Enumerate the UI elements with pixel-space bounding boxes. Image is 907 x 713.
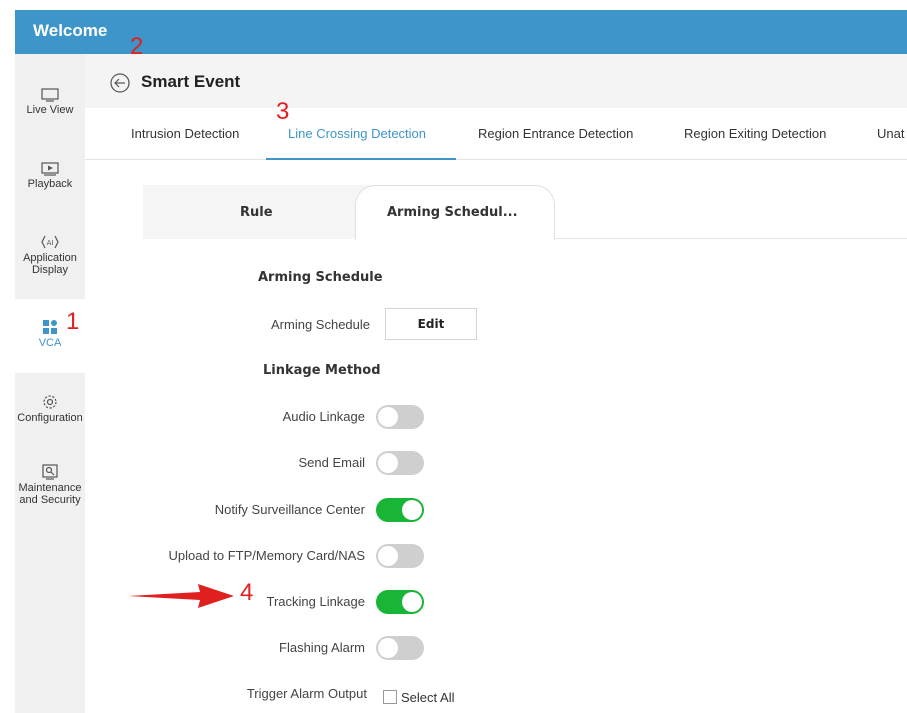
sidebar-item-label: Live View [26,104,74,116]
annotation-2: 2 [130,33,144,60]
tracking-linkage-label: Tracking Linkage [266,594,365,609]
send-email-toggle[interactable] [376,451,424,475]
toggle-knob [402,500,422,520]
event-tabs: Intrusion Detection Line Crossing Detect… [85,108,907,160]
main-area: Smart Event Intrusion Detection Line Cro… [85,54,907,713]
svg-text:AI: AI [47,239,54,247]
toggle-knob [402,592,422,612]
tab-intrusion-detection[interactable]: Intrusion Detection [131,126,239,141]
audio-linkage-label: Audio Linkage [282,409,365,424]
back-arrow-icon[interactable] [110,73,130,93]
tab-region-exiting-detection[interactable]: Region Exiting Detection [684,126,826,141]
annotation-3: 3 [276,98,290,125]
sidebar-item-application-display[interactable]: AI Application Display [15,234,85,282]
tab-line-crossing-detection[interactable]: Line Crossing Detection [288,126,426,141]
section-linkage-method: Linkage Method [263,363,381,378]
playback-icon [41,162,59,176]
page-title: Smart Event [141,72,241,91]
audio-linkage-toggle[interactable] [376,405,424,429]
annotation-4: 4 [240,579,254,606]
wrench-icon [42,464,58,480]
flashing-alarm-toggle[interactable] [376,636,424,660]
content-area: Rule Arming Schedul... Arming Schedule A… [85,160,907,713]
toggle-knob [378,546,398,566]
sidebar-item-live-view[interactable]: Live View [15,88,85,128]
sidebar-item-label: Playback [27,178,73,190]
gear-icon [43,395,57,409]
sidebar-item-label: Application Display [23,252,77,276]
edit-button[interactable]: Edit [385,308,477,340]
send-email-label: Send Email [298,455,365,470]
upload-ftp-label: Upload to FTP/Memory Card/NAS [168,548,365,563]
toggle-knob [378,453,398,473]
flashing-alarm-label: Flashing Alarm [279,640,365,655]
sidebar-item-label: Configuration [17,412,83,424]
ai-icon: AI [41,235,59,249]
annotation-1: 1 [66,308,80,335]
tracking-linkage-toggle[interactable] [376,590,424,614]
tab-region-entrance-detection[interactable]: Region Entrance Detection [478,126,633,141]
section-arming-schedule: Arming Schedule [258,270,383,285]
notify-surveillance-center-toggle[interactable] [376,498,424,522]
app-title: Welcome [33,21,108,40]
sidebar-item-playback[interactable]: Playback [15,162,85,202]
toggle-knob [378,638,398,658]
page-header: Smart Event [85,54,907,108]
arming-schedule-label: Arming Schedule [271,317,370,332]
sidebar-item-configuration[interactable]: Configuration [15,394,85,434]
sub-tabs: Rule Arming Schedul... [143,185,907,240]
monitor-icon [41,88,59,102]
sidebar-item-label: VCA [38,337,62,349]
select-all-label: Select All [401,690,455,705]
trigger-alarm-output-label: Trigger Alarm Output [246,686,367,701]
grid-icon [43,320,57,334]
sidebar: Live View Playback AI Application Displa… [15,54,85,713]
select-all-checkbox[interactable] [383,690,397,704]
subtab-arming-schedule[interactable]: Arming Schedul... [387,205,518,220]
annotation-arrow-icon [128,584,234,608]
toggle-knob [378,407,398,427]
notify-surveillance-center-label: Notify Surveillance Center [214,502,365,517]
sidebar-item-label: Maintenance and Security [18,482,82,506]
top-bar: Welcome [15,10,907,54]
subtab-rule[interactable]: Rule [240,205,273,220]
upload-ftp-toggle[interactable] [376,544,424,568]
tab-unattended-truncated[interactable]: Unat [877,126,904,141]
sidebar-item-maintenance[interactable]: Maintenance and Security [15,464,85,514]
